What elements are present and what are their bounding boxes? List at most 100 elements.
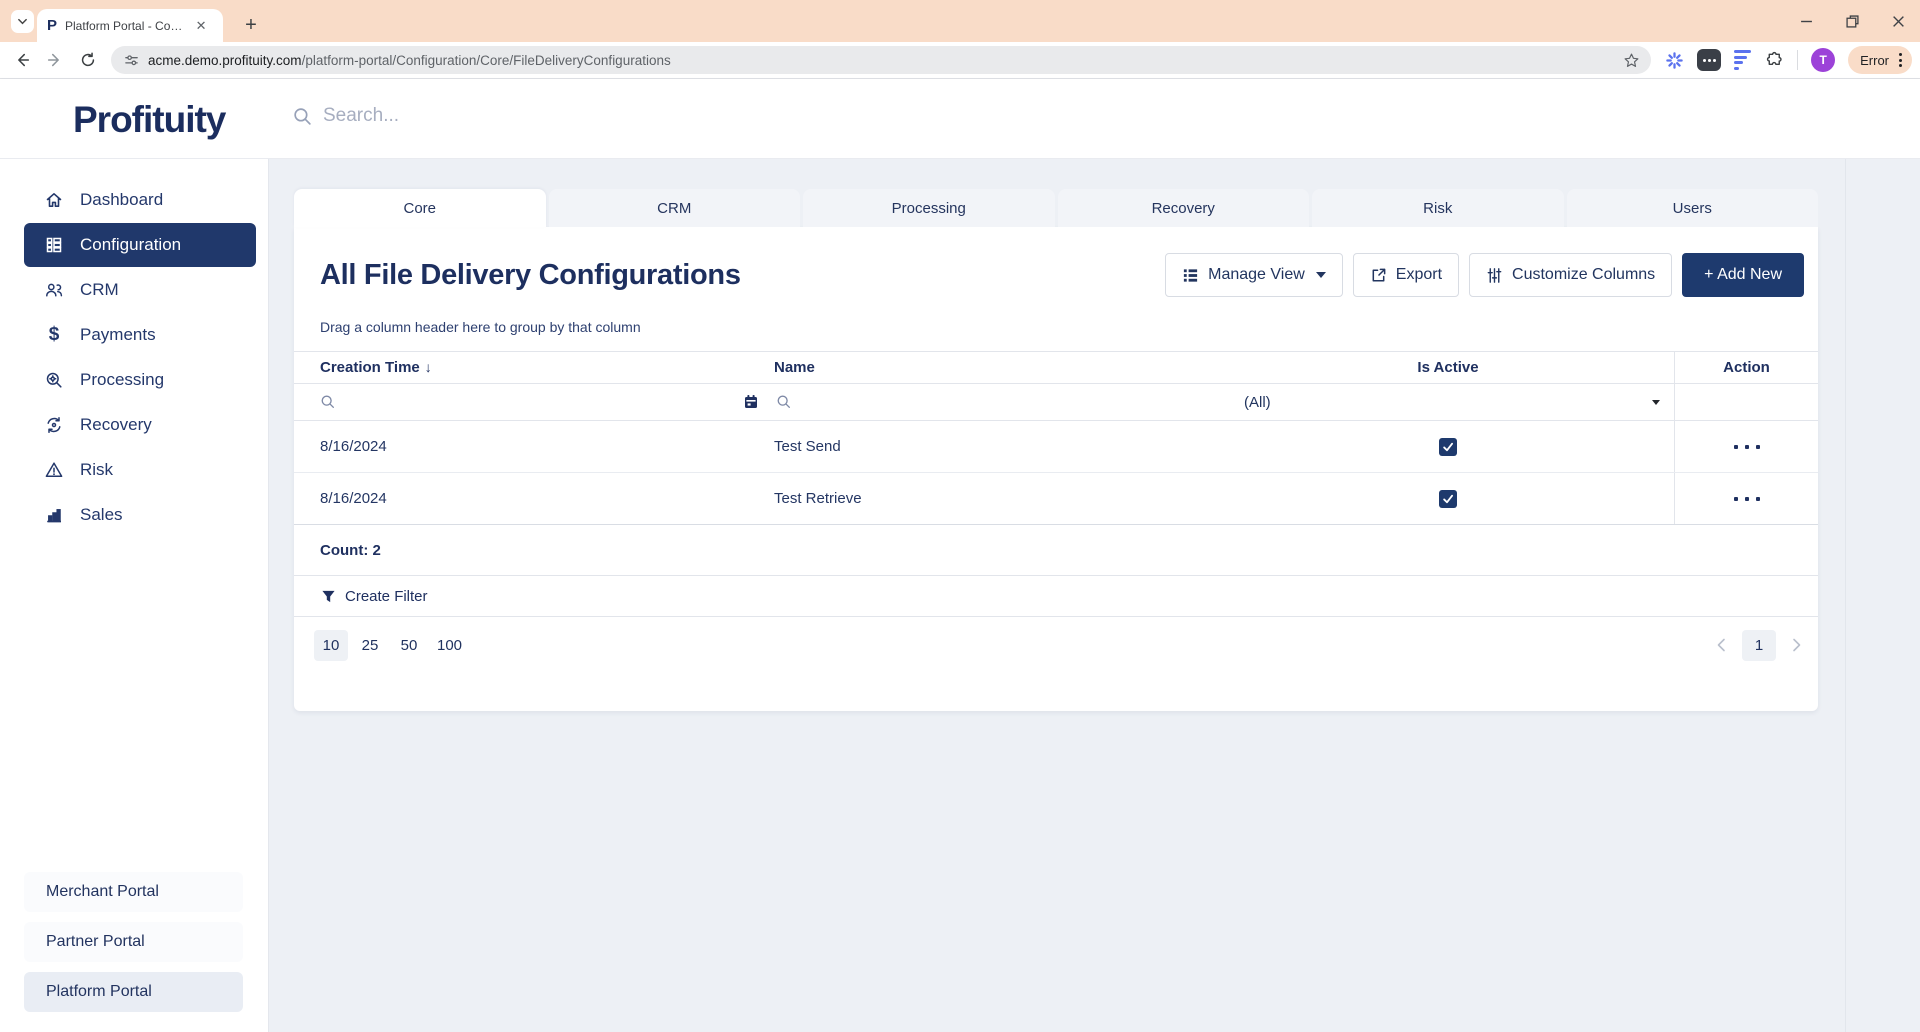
cell-creation-time: 8/16/2024: [294, 490, 768, 507]
address-bar[interactable]: acme.demo.profituity.com/platform-portal…: [111, 46, 1651, 74]
url-text: acme.demo.profituity.com/platform-portal…: [148, 53, 1612, 68]
extension-filter-icon[interactable]: [1734, 50, 1751, 70]
tab-recovery[interactable]: Recovery: [1058, 189, 1310, 227]
sort-arrow-icon: ↓: [425, 359, 432, 375]
row-actions-button[interactable]: [1734, 497, 1760, 501]
tab-crm[interactable]: CRM: [549, 189, 801, 227]
filter-creation-time[interactable]: [294, 384, 768, 420]
tab-label: Recovery: [1152, 200, 1215, 217]
global-search-input[interactable]: Search...: [292, 105, 892, 127]
reload-button[interactable]: [78, 50, 98, 70]
pagination-bar: 10 25 50 100 1: [294, 617, 1818, 673]
close-window-button[interactable]: [1890, 13, 1906, 29]
bookmark-star-icon[interactable]: [1621, 50, 1641, 70]
tab-users[interactable]: Users: [1567, 189, 1819, 227]
browser-tab-strip: P Platform Portal - Configuration ✕ +: [0, 0, 1920, 42]
restore-button[interactable]: [1844, 13, 1860, 29]
column-header-is-active[interactable]: Is Active: [1222, 359, 1674, 376]
calendar-icon[interactable]: [743, 394, 759, 410]
browser-tab[interactable]: P Platform Portal - Configuration ✕: [37, 9, 223, 42]
configuration-icon: [44, 235, 64, 255]
sidebar-item-label: Configuration: [80, 235, 181, 255]
sidebar-item-payments[interactable]: $ Payments: [24, 313, 256, 357]
toolbar-divider: [1797, 50, 1798, 70]
page-size-10[interactable]: 10: [314, 630, 348, 661]
export-button[interactable]: Export: [1353, 253, 1459, 297]
tab-risk[interactable]: Risk: [1312, 189, 1564, 227]
customize-columns-button[interactable]: Customize Columns: [1469, 253, 1672, 297]
tab-label: Processing: [892, 200, 966, 217]
new-tab-button[interactable]: +: [237, 11, 265, 39]
window-controls: [1798, 0, 1906, 42]
sidebar-item-recovery[interactable]: Recovery: [24, 403, 256, 447]
extension-spinner-icon[interactable]: [1664, 50, 1684, 70]
main-content: 2 Core CRM Processing Recovery Risk User…: [269, 159, 1920, 1032]
page-size-100[interactable]: 100: [431, 630, 468, 661]
column-header-action: Action: [1674, 352, 1818, 383]
profituity-logo: Profituity: [73, 99, 225, 141]
profile-error-label: Error: [1860, 53, 1889, 68]
platform-portal-button[interactable]: Platform Portal: [24, 972, 243, 1012]
minimize-button[interactable]: [1798, 13, 1814, 29]
search-icon: [320, 394, 336, 410]
select-caret-icon: [1652, 400, 1660, 405]
configurations-card: Core CRM Processing Recovery Risk Users …: [294, 189, 1818, 711]
filter-funnel-icon: [321, 589, 336, 604]
search-placeholder: Search...: [323, 105, 399, 127]
site-settings-icon[interactable]: [123, 52, 139, 68]
sidebar-item-processing[interactable]: Processing: [24, 358, 256, 402]
search-icon: [292, 106, 313, 127]
browser-profile-button[interactable]: Error: [1848, 46, 1912, 74]
tab-label: Users: [1673, 200, 1712, 217]
filter-name[interactable]: [768, 384, 1222, 420]
browser-menu-icon[interactable]: [1897, 51, 1904, 69]
next-page-button[interactable]: [1788, 637, 1804, 653]
configurations-table: Creation Time↓ Name Is Active Action: [294, 351, 1818, 673]
sidebar-item-dashboard[interactable]: Dashboard: [24, 178, 256, 222]
app-header: Profituity Search... AD: [0, 79, 1920, 159]
sidebar-item-configuration[interactable]: Configuration: [24, 223, 256, 267]
page-size-50[interactable]: 50: [392, 630, 426, 661]
sidebar-item-label: Processing: [80, 370, 164, 390]
tab-close-icon[interactable]: ✕: [193, 18, 209, 34]
tab-title: Platform Portal - Configuration: [65, 19, 187, 33]
tab-core[interactable]: Core: [294, 189, 546, 227]
extension-screenshot-icon[interactable]: [1697, 49, 1721, 71]
bar-chart-icon: [44, 505, 64, 525]
extensions-puzzle-icon[interactable]: [1764, 50, 1784, 70]
row-actions-button[interactable]: [1734, 445, 1760, 449]
tab-processing[interactable]: Processing: [803, 189, 1055, 227]
merchant-portal-button[interactable]: Merchant Portal: [24, 872, 243, 912]
tab-search-chevron-icon[interactable]: [11, 10, 34, 33]
page-size-25[interactable]: 25: [353, 630, 387, 661]
is-active-checkbox[interactable]: [1439, 490, 1457, 508]
column-header-name[interactable]: Name: [768, 359, 1222, 376]
export-icon: [1370, 267, 1387, 284]
page-title: All File Delivery Configurations: [320, 259, 741, 292]
previous-page-button[interactable]: [1714, 637, 1730, 653]
right-panel-strip: [1845, 159, 1920, 1032]
partner-portal-button[interactable]: Partner Portal: [24, 922, 243, 962]
extension-profile-badge[interactable]: T: [1811, 48, 1835, 72]
sidebar-item-risk[interactable]: Risk: [24, 448, 256, 492]
portal-label: Platform Portal: [46, 983, 152, 1001]
sidebar-item-label: CRM: [80, 280, 119, 300]
chevron-down-icon: [1316, 272, 1326, 278]
create-filter-button[interactable]: Create Filter: [294, 575, 1818, 617]
filter-action-cell: [1674, 384, 1818, 420]
manage-view-button[interactable]: Manage View: [1165, 253, 1343, 297]
back-button[interactable]: [12, 50, 32, 70]
sidebar-item-sales[interactable]: Sales: [24, 493, 256, 537]
column-header-creation-time[interactable]: Creation Time↓: [294, 359, 768, 376]
sidebar-item-crm[interactable]: CRM: [24, 268, 256, 312]
filter-is-active[interactable]: (All): [1222, 384, 1674, 420]
add-new-button[interactable]: + Add New: [1682, 253, 1804, 297]
warning-triangle-icon: [44, 460, 64, 480]
forward-button[interactable]: [45, 50, 65, 70]
current-page-button[interactable]: 1: [1742, 630, 1776, 661]
is-active-checkbox[interactable]: [1439, 438, 1457, 456]
sidebar-item-label: Recovery: [80, 415, 152, 435]
home-icon: [44, 190, 64, 210]
table-row: 8/16/2024 Test Send: [294, 421, 1818, 473]
is-active-select[interactable]: (All): [1222, 384, 1674, 420]
